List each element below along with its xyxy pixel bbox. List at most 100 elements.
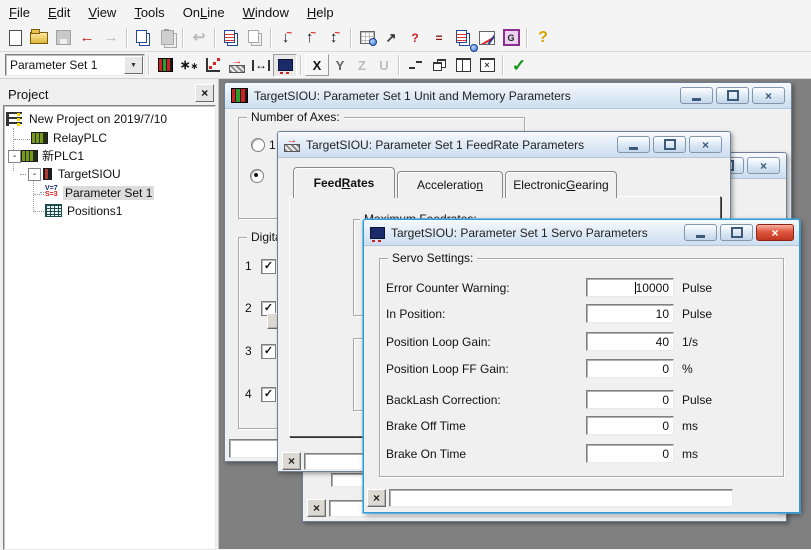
close-button[interactable]: × — [689, 136, 722, 153]
monitor-value-button[interactable]: = — [427, 26, 451, 49]
axis-u-button[interactable]: U — [373, 55, 395, 75]
position-loop-gain-input[interactable]: 40 — [586, 332, 674, 351]
maximize-button[interactable] — [653, 136, 686, 153]
tree-item-root[interactable]: New Project on 2019/7/10 — [6, 111, 167, 126]
minimize-button[interactable] — [617, 136, 650, 153]
close-button[interactable]: × — [752, 87, 785, 104]
tile-windows-button[interactable] — [451, 54, 475, 77]
expand-box[interactable]: - — [8, 150, 21, 163]
tab-acceleration[interactable]: Acceleration — [397, 171, 503, 198]
undo-button[interactable]: ↩ — [187, 26, 211, 49]
servo-close-x-button[interactable]: × — [367, 489, 386, 507]
monitor-table-button[interactable] — [355, 26, 379, 49]
close-all-windows-button[interactable]: × — [475, 54, 499, 77]
axis-z-button[interactable]: Z — [351, 55, 373, 75]
monitor-query-button[interactable]: ? — [403, 26, 427, 49]
project-tree[interactable]: New Project on 2019/7/10 RelayPLC - 新PLC… — [3, 105, 216, 550]
field-label: Position Loop Gain: — [386, 335, 491, 349]
close-button[interactable]: × — [756, 224, 794, 241]
tree-item-relayplc[interactable]: RelayPLC — [31, 130, 107, 145]
grammar-check-button[interactable]: G — [499, 26, 523, 49]
field-unit: Pulse — [682, 281, 712, 295]
help-button[interactable]: ? — [531, 26, 555, 49]
position-loop-ff-gain-input[interactable]: 0 — [586, 359, 674, 378]
axes-radio-1[interactable] — [251, 138, 265, 152]
minimize-button[interactable] — [680, 87, 713, 104]
axis-y-button[interactable]: Y — [329, 55, 351, 75]
tree-item-plc1[interactable]: 新PLC1 — [21, 148, 84, 163]
limit-params-button[interactable]: ↔ — [249, 54, 273, 77]
transfer-download-button[interactable]: ↓~ — [275, 26, 299, 49]
project-panel-close-button[interactable]: × — [195, 84, 214, 102]
radio-dot — [254, 173, 258, 177]
dropdown-arrow-icon[interactable]: ▼ — [124, 56, 143, 74]
menu-tools[interactable]: Tools — [125, 2, 173, 23]
cascade-windows-button[interactable] — [427, 54, 451, 77]
backlash-correction-input[interactable]: 0 — [586, 390, 674, 409]
monitor-list-button[interactable] — [451, 26, 475, 49]
tree-item-parameter-set-1[interactable]: V=7S=3 Parameter Set 1 — [45, 185, 154, 200]
feedrate-close-x-button[interactable]: × — [282, 452, 301, 470]
positioning-params-button[interactable] — [201, 54, 225, 77]
close-button[interactable]: × — [747, 157, 780, 174]
brake-on-time-input[interactable]: 0 — [586, 444, 674, 463]
toolbar-separator — [270, 28, 272, 48]
feedrate-caption-buttons: × — [617, 136, 722, 153]
single-step-button[interactable] — [403, 54, 427, 77]
copy-button[interactable] — [131, 26, 155, 49]
digital-checkbox-1[interactable]: ✓ — [261, 259, 276, 274]
minimize-button[interactable] — [684, 224, 717, 241]
monitor-table-icon — [360, 31, 375, 44]
project-panel: Project × New Project on 2019/7/10 Relay… — [0, 79, 219, 549]
paste-button[interactable] — [155, 26, 179, 49]
tree-item-targetsiou[interactable]: TargetSIOU — [43, 166, 121, 181]
digital-checkbox-4[interactable]: ✓ — [261, 387, 276, 402]
monitor-write-button[interactable]: ↗ — [379, 26, 403, 49]
tab-electronic-gearing[interactable]: Electronic Gearing — [505, 171, 617, 198]
open-file-button[interactable] — [27, 26, 51, 49]
axes-radio-2-selected[interactable] — [250, 169, 264, 183]
unit-memory-caption-buttons: × — [680, 87, 785, 104]
trend-chart-icon — [479, 31, 495, 45]
toolbar-separator — [126, 28, 128, 48]
tab-feed-rates[interactable]: Feed Rates — [293, 167, 395, 198]
tree-item-label: 新PLC1 — [42, 147, 84, 164]
menu-file[interactable]: File — [0, 2, 39, 23]
plc-module-icon — [31, 132, 48, 144]
parameter-set-selector[interactable]: Parameter Set 1 ▼ — [5, 54, 145, 76]
trend-chart-button[interactable] — [475, 26, 499, 49]
hidden-window-close-x-button[interactable]: × — [307, 499, 326, 517]
servo-caption-buttons: × — [684, 224, 794, 241]
menu-view[interactable]: View — [79, 2, 125, 23]
navigate-back-button[interactable]: ← — [75, 26, 99, 49]
servo-params-button[interactable] — [273, 54, 297, 77]
copy-listing-button[interactable] — [219, 26, 243, 49]
new-file-button[interactable] — [3, 26, 27, 49]
expand-box[interactable]: - — [28, 168, 41, 181]
tree-connector — [20, 174, 26, 175]
transfer-verify-button[interactable]: ↕~ — [323, 26, 347, 49]
save-file-button[interactable] — [51, 26, 75, 49]
menu-help[interactable]: Help — [298, 2, 343, 23]
paste-listing-button[interactable] — [243, 26, 267, 49]
digital-checkbox-3[interactable]: ✓ — [261, 344, 276, 359]
menu-online[interactable]: OnLine — [174, 2, 234, 23]
maximize-button[interactable] — [716, 87, 749, 104]
menu-window[interactable]: Window — [234, 2, 298, 23]
equals-icon: = — [435, 32, 442, 44]
maximize-button[interactable] — [720, 224, 753, 241]
error-counter-warning-input[interactable]: 10000 — [586, 278, 674, 297]
origin-search-button[interactable]: ∗∗ — [177, 54, 201, 77]
apply-check-button[interactable]: ✓ — [507, 54, 531, 77]
navigate-forward-button[interactable]: → — [99, 26, 123, 49]
unit-memory-params-button[interactable] — [153, 54, 177, 77]
transfer-upload-button[interactable]: ↑~ — [299, 26, 323, 49]
axis-x-button[interactable]: X — [305, 54, 329, 76]
close-icon: × — [702, 139, 709, 151]
brake-off-time-input[interactable]: 0 — [586, 416, 674, 435]
digital-row-number: 4 — [245, 387, 252, 401]
menu-edit[interactable]: Edit — [39, 2, 79, 23]
in-position-input[interactable]: 10 — [586, 304, 674, 323]
tree-item-positions1[interactable]: Positions1 — [45, 203, 122, 218]
feedrate-params-button[interactable]: → — [225, 54, 249, 77]
